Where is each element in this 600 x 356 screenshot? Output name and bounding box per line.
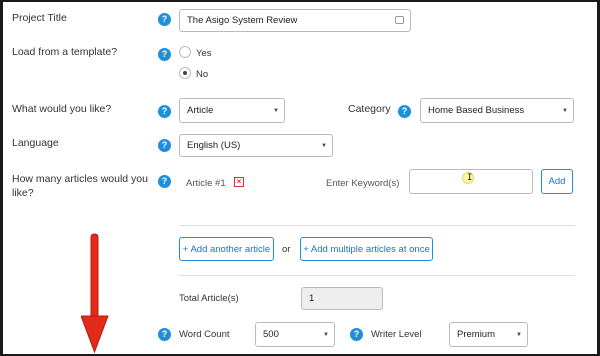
project-title-input[interactable]: The Asigo System Review <box>179 9 411 32</box>
help-icon[interactable]: ? <box>158 175 171 188</box>
help-icon[interactable]: ? <box>350 328 363 341</box>
help-icon[interactable]: ? <box>158 328 171 341</box>
add-keyword-button[interactable]: Add <box>541 169 573 194</box>
writer-level-label: Writer Level <box>371 329 422 340</box>
articles-label: How many articles would you like? <box>12 173 148 199</box>
help-icon[interactable]: ? <box>158 13 171 26</box>
writer-level-select[interactable]: Premium ▼ <box>449 322 528 347</box>
template-yes-label: Yes <box>196 48 212 59</box>
help-icon[interactable]: ? <box>398 105 411 118</box>
template-no-label: No <box>196 69 209 80</box>
or-label: or <box>282 244 291 255</box>
project-title-label: Project Title <box>12 12 67 24</box>
category-select[interactable]: Home Based Business ▼ <box>420 98 574 123</box>
field-options-icon[interactable] <box>395 16 404 24</box>
language-label: Language <box>12 137 59 149</box>
text-cursor-icon: I <box>467 173 473 183</box>
template-yes-radio[interactable] <box>179 46 191 58</box>
help-icon[interactable]: ? <box>158 48 171 61</box>
word-count-select[interactable]: 500 ▼ <box>255 322 335 347</box>
help-icon[interactable]: ? <box>158 105 171 118</box>
chevron-down-icon: ▼ <box>516 331 522 338</box>
category-label: Category <box>348 103 391 115</box>
word-count-label: Word Count <box>179 329 230 340</box>
chevron-down-icon: ▼ <box>323 331 329 338</box>
language-select[interactable]: English (US) ▼ <box>179 134 333 157</box>
article-item-label: Article #1 <box>186 178 226 189</box>
chevron-down-icon: ▼ <box>562 107 568 114</box>
total-label: Total Article(s) <box>179 293 239 304</box>
writer-level-value: Premium <box>457 329 496 340</box>
template-no-radio[interactable] <box>179 67 191 79</box>
total-value: 1 <box>309 293 315 304</box>
what-select[interactable]: Article ▼ <box>179 98 285 123</box>
add-multiple-articles-button[interactable]: + Add multiple articles at once <box>300 237 433 261</box>
form-frame: Project Title ? The Asigo System Review … <box>3 2 597 354</box>
category-select-value: Home Based Business <box>428 105 525 116</box>
divider <box>179 225 575 226</box>
word-count-value: 500 <box>263 329 279 340</box>
template-label: Load from a template? <box>12 46 118 58</box>
chevron-down-icon: ▼ <box>273 107 279 114</box>
total-input: 1 <box>301 287 383 310</box>
chevron-down-icon: ▼ <box>321 142 327 149</box>
remove-article-icon[interactable]: × <box>234 177 244 187</box>
help-icon[interactable]: ? <box>158 139 171 152</box>
divider <box>179 275 575 276</box>
project-title-value: The Asigo System Review <box>187 15 298 26</box>
add-another-article-button[interactable]: + Add another article <box>179 237 274 261</box>
language-select-value: English (US) <box>187 140 241 151</box>
what-label: What would you like? <box>12 103 112 115</box>
what-select-value: Article <box>187 105 214 116</box>
red-arrow-annotation <box>81 233 109 354</box>
keyword-label: Enter Keyword(s) <box>326 178 400 189</box>
